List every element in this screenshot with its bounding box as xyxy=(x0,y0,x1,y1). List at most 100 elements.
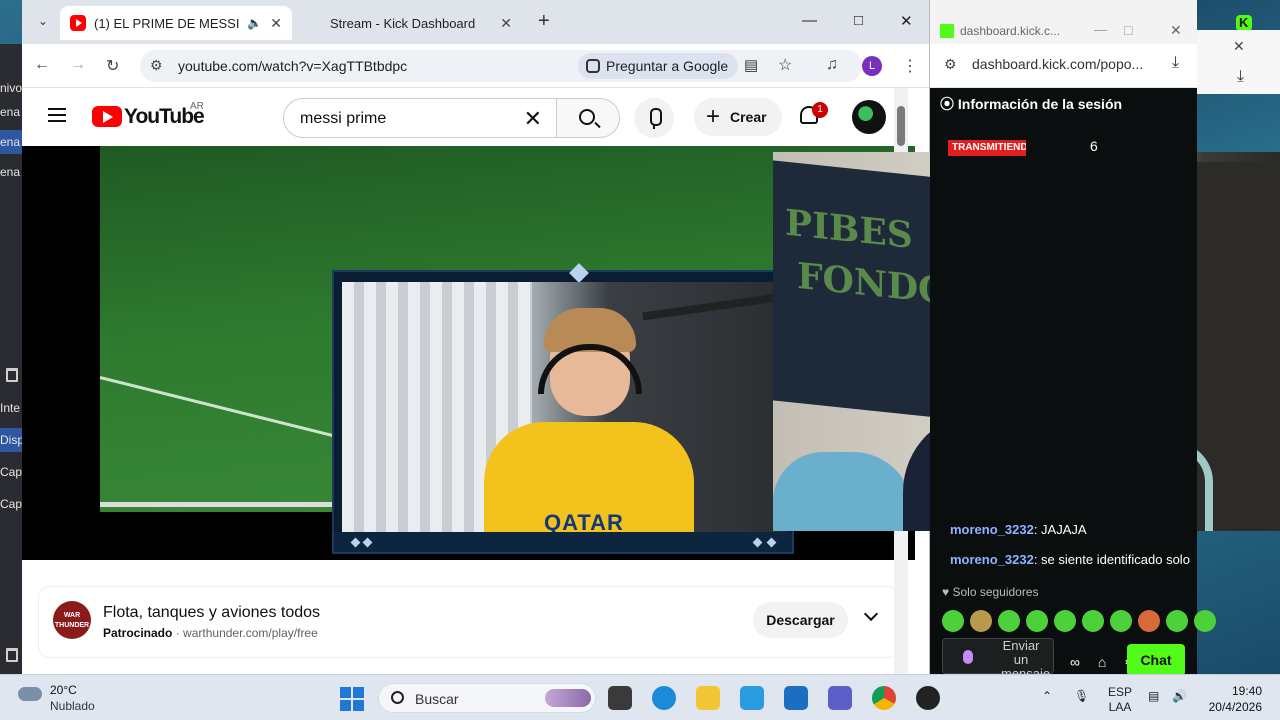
network-icon[interactable]: ▤ xyxy=(1148,689,1159,703)
close-tab-icon[interactable]: ✕ xyxy=(270,15,282,32)
search-button[interactable] xyxy=(556,98,620,138)
chrome-icon[interactable] xyxy=(872,686,896,710)
task-view-icon[interactable] xyxy=(608,686,632,710)
obs-item[interactable]: Inte xyxy=(0,396,22,420)
download-icon[interactable]: ⤓ xyxy=(1237,68,1244,86)
tab-youtube[interactable]: (1) EL PRIME DE MESSI - SK 🔈 ✕ xyxy=(60,6,292,40)
profile-avatar[interactable]: L xyxy=(862,56,882,76)
site-settings-icon[interactable]: ⚙ xyxy=(944,56,957,73)
hamburger-menu-icon[interactable] xyxy=(48,108,66,122)
emote-icon[interactable] xyxy=(998,610,1020,632)
chat-send-button[interactable]: Chat xyxy=(1127,644,1185,676)
clear-search-icon[interactable]: ✕ xyxy=(524,106,542,132)
file-explorer-icon[interactable] xyxy=(696,686,720,710)
forward-arrow-icon[interactable]: → xyxy=(70,56,86,74)
clock[interactable]: 19:40 20/4/2026 xyxy=(1202,683,1262,715)
kick-dashboard-body: ⦿ Información de la sesión TRANSMITIENDO… xyxy=(930,88,1216,681)
volume-icon[interactable]: 🔊 xyxy=(1172,689,1187,703)
channel-avatar[interactable] xyxy=(852,100,886,134)
diamond-icon xyxy=(350,537,361,548)
address-bar[interactable]: ⚙ youtube.com/watch?v=XagTTBtbdpc Pregun… xyxy=(140,50,862,82)
download-icon[interactable]: ⤓ xyxy=(1172,54,1179,72)
obs-icon[interactable] xyxy=(916,686,940,710)
chat-message-input[interactable]: Enviar un mensaje xyxy=(942,638,1054,681)
obs-item[interactable]: Cap xyxy=(0,460,22,484)
close-icon[interactable]: ✕ xyxy=(1233,38,1245,55)
store-icon[interactable]: ⌂ xyxy=(1098,654,1106,670)
media-controls-icon[interactable]: ♫ xyxy=(826,56,838,74)
emote-icon[interactable] xyxy=(1138,610,1160,632)
emote-icon[interactable] xyxy=(1166,610,1188,632)
emote-icon[interactable] xyxy=(1194,610,1216,632)
bookmark-star-icon[interactable]: ☆ xyxy=(778,55,792,75)
start-button-icon[interactable] xyxy=(340,687,364,711)
url-text[interactable]: youtube.com/watch?v=XagTTBtbdpc xyxy=(178,58,407,74)
minimize-icon[interactable]: — xyxy=(802,12,817,29)
microphone-icon[interactable] xyxy=(963,650,973,664)
emote-icon[interactable] xyxy=(970,610,992,632)
trash-icon[interactable] xyxy=(6,648,18,662)
create-button[interactable]: + Crear xyxy=(694,98,782,136)
microphone-icon[interactable]: 🎙 xyxy=(1074,689,1089,703)
obs-item[interactable]: ena xyxy=(0,160,22,184)
emote-icon[interactable] xyxy=(1026,610,1048,632)
emote-icon[interactable] xyxy=(1110,610,1132,632)
obs-item[interactable]: ena xyxy=(0,130,22,154)
maximize-icon[interactable]: □ xyxy=(854,12,863,29)
streamer-webcam: QATAR xyxy=(342,282,786,534)
emote-icon[interactable] xyxy=(1054,610,1076,632)
teams-icon[interactable] xyxy=(828,686,852,710)
maximize-icon[interactable]: □ xyxy=(1124,22,1132,38)
popup-url[interactable]: dashboard.kick.com/popo... xyxy=(972,56,1143,72)
voice-search-mic-icon[interactable] xyxy=(634,98,674,138)
taskbar-search[interactable]: Buscar xyxy=(378,683,596,713)
keyboard-language[interactable]: ESP LAA xyxy=(1108,685,1132,715)
obs-item[interactable]: ena xyxy=(0,100,22,124)
keyboard-layout: LAA xyxy=(1108,700,1132,714)
youtube-logo-icon[interactable] xyxy=(92,106,122,127)
ask-google-button[interactable]: Preguntar a Google xyxy=(578,53,739,79)
emote-icon[interactable] xyxy=(1082,610,1104,632)
search-input[interactable]: messi prime ✕ xyxy=(283,98,557,138)
sponsored-ad-card[interactable]: WAR THUNDER Flota, tanques y aviones tod… xyxy=(38,586,899,658)
outlook-icon[interactable] xyxy=(784,686,808,710)
ad-title[interactable]: Flota, tanques y aviones todos xyxy=(103,604,320,622)
chevron-down-icon[interactable] xyxy=(863,606,879,622)
search-icon xyxy=(579,109,595,125)
war-thunder-logo[interactable]: WAR THUNDER xyxy=(53,601,91,639)
minimize-icon[interactable]: — xyxy=(1094,22,1107,37)
ad-domain[interactable]: warthunder.com/play/free xyxy=(183,626,318,640)
emote-icon[interactable] xyxy=(942,610,964,632)
reload-icon[interactable]: ↻ xyxy=(106,56,119,76)
obs-item[interactable]: nivo xyxy=(0,76,22,100)
new-tab-plus-icon[interactable]: + xyxy=(538,10,550,33)
trash-icon[interactable] xyxy=(6,368,18,382)
tab-title: (1) EL PRIME DE MESSI - SK xyxy=(94,15,243,31)
install-app-icon[interactable]: ▤ xyxy=(744,56,758,74)
weather-condition[interactable]: Nublado xyxy=(50,699,95,713)
tab-kick-dashboard[interactable]: Stream - Kick Dashboard ✕ xyxy=(296,6,1252,40)
chrome-menu-icon[interactable]: ⋮ xyxy=(902,56,918,76)
weather-temperature[interactable]: 20°C xyxy=(50,683,77,697)
search-query[interactable]: messi prime xyxy=(300,110,386,128)
edge-icon[interactable] xyxy=(652,686,676,710)
speaker-icon[interactable]: 🔈 xyxy=(247,16,262,30)
flag-text: FONDO xyxy=(797,254,950,313)
cloud-icon[interactable] xyxy=(18,687,42,701)
download-button[interactable]: Descargar xyxy=(753,602,848,638)
scrollbar-thumb[interactable] xyxy=(897,106,905,146)
obs-item[interactable]: Cap xyxy=(0,492,22,516)
infinity-icon[interactable]: ∞ xyxy=(1070,654,1080,670)
back-arrow-icon[interactable]: ← xyxy=(34,56,50,74)
chat-username[interactable]: moreno_3232 xyxy=(950,552,1034,567)
close-tab-icon[interactable]: ✕ xyxy=(500,15,512,32)
site-settings-icon[interactable]: ⚙ xyxy=(150,57,163,74)
microsoft-store-icon[interactable] xyxy=(740,686,764,710)
close-window-icon[interactable]: ✕ xyxy=(900,12,913,30)
show-hidden-icons-chevron-icon[interactable]: ⌃ xyxy=(1042,689,1052,703)
close-window-icon[interactable]: ✕ xyxy=(1170,22,1182,39)
obs-item[interactable]: Disp xyxy=(0,428,22,452)
tab-search-chevron-icon[interactable]: ⌄ xyxy=(32,10,54,32)
session-info-heading: ⦿ Información de la sesión xyxy=(940,94,1122,114)
chat-username[interactable]: moreno_3232 xyxy=(950,522,1034,537)
